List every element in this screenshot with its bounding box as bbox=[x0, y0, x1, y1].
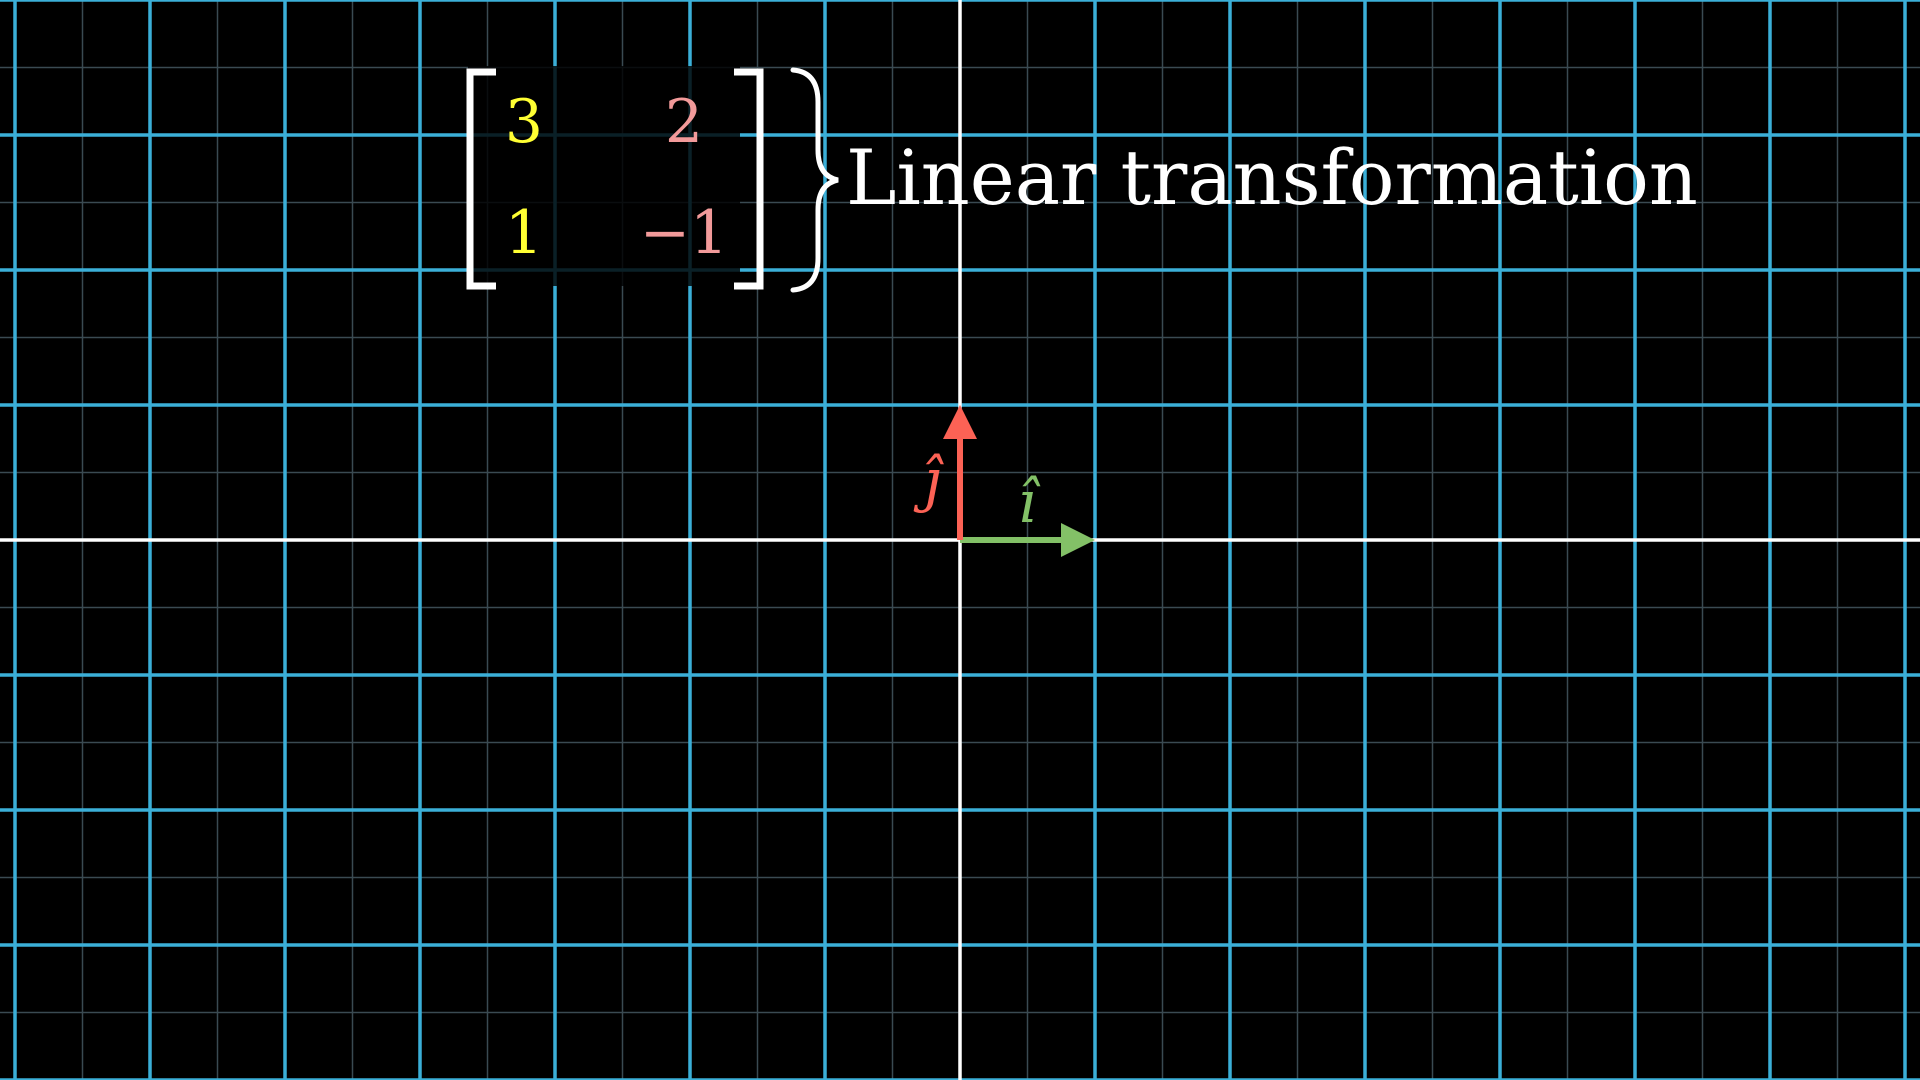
curly-brace bbox=[790, 67, 839, 293]
i-hat-arrow-head bbox=[1061, 523, 1095, 557]
matrix-entry-row1-col1: 3 bbox=[505, 87, 543, 157]
transformation-scene: 3 2 1 −1 Linear transformation î ĵ bbox=[0, 0, 1920, 1080]
i-hat-label: î bbox=[1018, 468, 1041, 536]
j-hat-label: ĵ bbox=[913, 446, 944, 514]
transformation-matrix: 3 2 1 −1 bbox=[466, 66, 764, 290]
matrix-entry-row1-col2: 2 bbox=[665, 87, 703, 157]
matrix-entry-row2-col1: 1 bbox=[505, 198, 543, 268]
j-hat-arrow-head bbox=[943, 405, 977, 439]
coordinate-plane: 3 2 1 −1 Linear transformation î ĵ bbox=[0, 0, 1920, 1080]
matrix-entry-row2-col2: −1 bbox=[640, 198, 728, 268]
transformation-title: Linear transformation bbox=[846, 133, 1698, 222]
